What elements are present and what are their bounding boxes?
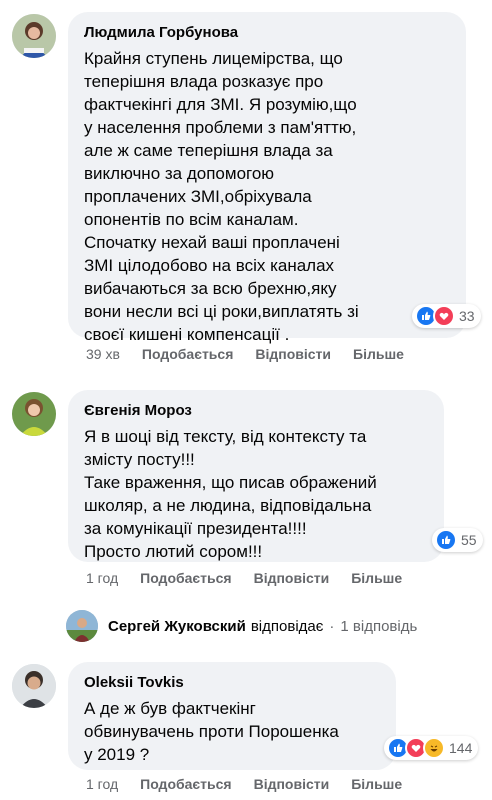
comment-line: у 2019 ? [84, 745, 150, 764]
reaction-count: 144 [449, 740, 473, 756]
more-button[interactable]: Більше [351, 570, 402, 586]
comment-line: проплачених ЗМІ,обріхувала [84, 187, 312, 206]
comment-bubble: Людмила Горбунова Крайня ступень лицемір… [68, 12, 466, 344]
reaction-count: 33 [459, 308, 475, 324]
comment-line: опонентів по всім каналам. [84, 210, 299, 229]
comment-text: Крайня ступень лицемірства, що теперішня… [84, 47, 450, 346]
comment-bubble: Oleksii Tovkis А де ж був фактчекінг обв… [68, 662, 396, 770]
comment-author[interactable]: Oleksii Tovkis [84, 674, 380, 691]
haha-reaction-icon [423, 737, 445, 759]
reply-button[interactable]: Відповісти [255, 346, 331, 362]
like-button[interactable]: Подобається [140, 570, 231, 586]
comment-line: але ж саме теперішня влада за [84, 141, 333, 160]
comment-line: Просто лютий сором!!! [84, 542, 263, 561]
comment-author[interactable]: Євгенія Мороз [84, 402, 428, 419]
love-reaction-icon [433, 305, 455, 327]
separator-dot: · [329, 617, 335, 635]
reaction-summary[interactable]: 144 [384, 736, 479, 760]
reaction-count: 55 [461, 532, 477, 548]
avatar[interactable] [12, 14, 56, 58]
reply-author[interactable]: Сергей Жуковский [108, 618, 246, 635]
reaction-summary[interactable]: 33 [412, 304, 481, 328]
comment-line: А де ж був фактчекінг [84, 699, 256, 718]
comment-time[interactable]: 39 хв [86, 346, 120, 362]
comment-line: своєї кишені компенсації . [84, 325, 290, 344]
comment-line: змісту посту!!! [84, 450, 195, 469]
comment-line: вибачаються за всю брехню,яку [84, 279, 337, 298]
avatar-photo-icon [66, 610, 98, 642]
reply-verb: відповідає [250, 617, 324, 635]
avatar-photo-icon [12, 664, 56, 708]
more-button[interactable]: Більше [353, 346, 404, 362]
comment-line: ЗМІ цілодобово на всіх каналах [84, 256, 335, 275]
avatar[interactable] [12, 392, 56, 436]
avatar-photo-icon [12, 14, 56, 58]
comment-line: обвинувачень проти Порошенка [84, 722, 339, 741]
comment-actions: 1 год Подобається Відповісти Більше [86, 570, 402, 586]
replies-preview[interactable]: Сергей Жуковский відповідає · 1 відповід… [66, 610, 417, 642]
avatar-photo-icon [12, 392, 56, 436]
reply-button[interactable]: Відповісти [254, 570, 330, 586]
comment-line: Таке враження, що писав ображений [84, 473, 377, 492]
comment-actions: 39 хв Подобається Відповісти Більше [86, 346, 404, 362]
comment-author[interactable]: Людмила Горбунова [84, 24, 450, 41]
comment-line: Я в шоці від тексту, від контексту та [84, 427, 367, 446]
reply-count[interactable]: 1 відповідь [340, 618, 417, 635]
reply-button[interactable]: Відповісти [254, 776, 330, 792]
reaction-summary[interactable]: 55 [432, 528, 483, 552]
comment-time[interactable]: 1 год [86, 570, 118, 586]
more-button[interactable]: Більше [351, 776, 402, 792]
comment-line: школяр, а не людина, відповідальна [84, 496, 372, 515]
avatar[interactable] [12, 664, 56, 708]
comment-line: за комунікації президента!!!! [84, 519, 307, 538]
like-button[interactable]: Подобається [140, 776, 231, 792]
comment-line: у населення проблеми з пам'яттю, [84, 118, 357, 137]
comment-actions: 1 год Подобається Відповісти Більше [86, 776, 402, 792]
like-button[interactable]: Подобається [142, 346, 233, 362]
comment-time[interactable]: 1 год [86, 776, 118, 792]
comment-line: теперішня влада розказує про [84, 72, 324, 91]
avatar[interactable] [66, 610, 98, 642]
comment-line: виключно за допомогою [84, 164, 275, 183]
comment-line: Спочатку нехай ваші проплачені [84, 233, 340, 252]
comment-line: Крайня ступень лицемірства, що [84, 49, 343, 68]
comment-line: фактчекінгі для ЗМІ. Я розумію,що [84, 95, 357, 114]
like-reaction-icon [435, 529, 457, 551]
comment-line: вони несли всі ці роки,виплатять зі [84, 302, 359, 321]
comment-bubble: Євгенія Мороз Я в шоці від тексту, від к… [68, 390, 444, 562]
comment-text: Я в шоці від тексту, від контексту та зм… [84, 425, 428, 563]
comment-text: А де ж був фактчекінг обвинувачень проти… [84, 697, 380, 766]
